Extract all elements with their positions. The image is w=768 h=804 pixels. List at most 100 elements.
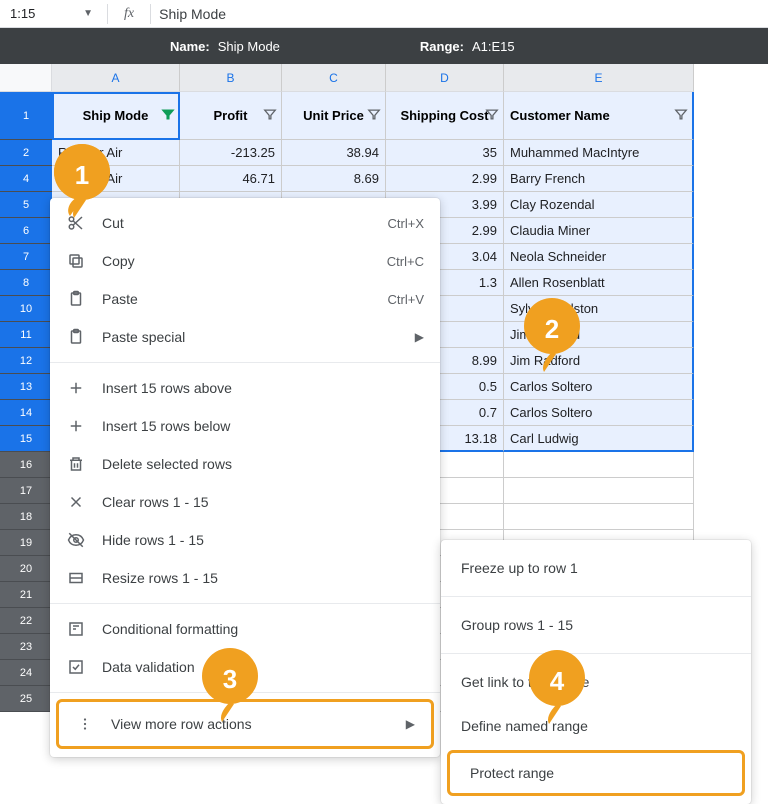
cell[interactable]: -213.25: [180, 140, 282, 166]
data-validation-item[interactable]: Data validation: [50, 648, 440, 686]
menu-label: Delete selected rows: [102, 456, 424, 472]
cell[interactable]: [504, 452, 694, 478]
cell[interactable]: Regular Air: [52, 140, 180, 166]
menu-label: Paste: [102, 291, 372, 307]
cell[interactable]: 8.69: [282, 166, 386, 192]
cell[interactable]: Claudia Miner: [504, 218, 694, 244]
resize-rows-item[interactable]: Resize rows 1 - 15: [50, 559, 440, 597]
filter-icon[interactable]: [367, 107, 381, 124]
row-header[interactable]: 14: [0, 400, 52, 426]
separator: [107, 4, 108, 24]
cell[interactable]: Carlos Soltero: [504, 400, 694, 426]
cell[interactable]: [504, 504, 694, 530]
cut-item[interactable]: Cut Ctrl+X: [50, 204, 440, 242]
resize-icon: [66, 569, 86, 587]
cell[interactable]: Sylvia Foulston: [504, 296, 694, 322]
row-header[interactable]: 23: [0, 634, 52, 660]
row-header[interactable]: 17: [0, 478, 52, 504]
clear-rows-item[interactable]: Clear rows 1 - 15: [50, 483, 440, 521]
delete-rows-item[interactable]: Delete selected rows: [50, 445, 440, 483]
row-header[interactable]: 10: [0, 296, 52, 322]
row-header[interactable]: 18: [0, 504, 52, 530]
row-header[interactable]: 20: [0, 556, 52, 582]
cell[interactable]: [504, 478, 694, 504]
row-header[interactable]: 8: [0, 270, 52, 296]
formula-input[interactable]: Ship Mode: [159, 6, 226, 22]
copy-item[interactable]: Copy Ctrl+C: [50, 242, 440, 280]
row-header[interactable]: 12: [0, 348, 52, 374]
row-header[interactable]: 22: [0, 608, 52, 634]
filter-icon[interactable]: [263, 107, 277, 124]
header-label: Profit: [214, 108, 248, 123]
column-header-C[interactable]: C: [282, 64, 386, 92]
column-header-A[interactable]: A: [52, 64, 180, 92]
column-header-B[interactable]: B: [180, 64, 282, 92]
row-header[interactable]: 5: [0, 192, 52, 218]
column-header-D[interactable]: D: [386, 64, 504, 92]
cell[interactable]: 46.71: [180, 166, 282, 192]
cell-header-shipping-cost[interactable]: Shipping Cost: [386, 92, 504, 140]
cell[interactable]: Carlos Soltero: [504, 374, 694, 400]
filter-icon[interactable]: [674, 107, 688, 124]
cell[interactable]: Clay Rozendal: [504, 192, 694, 218]
cell-header-profit[interactable]: Profit: [180, 92, 282, 140]
cell-header-unit-price[interactable]: Unit Price: [282, 92, 386, 140]
cell[interactable]: Barry French: [504, 166, 694, 192]
cell[interactable]: Muhammed MacIntyre: [504, 140, 694, 166]
shortcut-label: Ctrl+V: [388, 292, 424, 307]
row-header[interactable]: 13: [0, 374, 52, 400]
cell[interactable]: Jim Radford: [504, 322, 694, 348]
menu-label: Insert 15 rows below: [102, 418, 424, 434]
menu-label: Protect range: [470, 765, 554, 781]
table-row: 4Regular Air46.718.692.99Barry French: [0, 166, 768, 192]
row-header[interactable]: 6: [0, 218, 52, 244]
column-header-E[interactable]: E: [504, 64, 694, 92]
cell[interactable]: Jim Radford: [504, 348, 694, 374]
row-header[interactable]: 7: [0, 244, 52, 270]
cell[interactable]: 38.94: [282, 140, 386, 166]
get-link-item[interactable]: Get link to this range: [441, 660, 751, 704]
row-header[interactable]: 25: [0, 686, 52, 712]
hide-rows-item[interactable]: Hide rows 1 - 15: [50, 521, 440, 559]
menu-separator: [441, 653, 751, 654]
filter-icon[interactable]: [485, 107, 499, 124]
row-header[interactable]: 21: [0, 582, 52, 608]
row-header[interactable]: 4: [0, 166, 52, 192]
row-header[interactable]: 1: [0, 92, 52, 140]
cell[interactable]: 35: [386, 140, 504, 166]
cell[interactable]: Allen Rosenblatt: [504, 270, 694, 296]
select-all-corner[interactable]: [0, 64, 52, 92]
menu-label: Resize rows 1 - 15: [102, 570, 424, 586]
menu-label: View more row actions: [111, 716, 390, 732]
conditional-formatting-item[interactable]: Conditional formatting: [50, 610, 440, 648]
row-header[interactable]: 19: [0, 530, 52, 556]
protect-range-item[interactable]: Protect range: [450, 753, 742, 793]
row-header[interactable]: 11: [0, 322, 52, 348]
name-box[interactable]: 1:15 ▼: [4, 6, 99, 21]
clipboard-icon: [66, 328, 86, 346]
row-header[interactable]: 2: [0, 140, 52, 166]
plus-icon: [66, 379, 86, 397]
insert-rows-above-item[interactable]: Insert 15 rows above: [50, 369, 440, 407]
group-rows-item[interactable]: Group rows 1 - 15: [441, 603, 751, 647]
filter-icon[interactable]: [161, 107, 175, 124]
cell[interactable]: Carl Ludwig: [504, 426, 694, 452]
freeze-item[interactable]: Freeze up to row 1: [441, 546, 751, 590]
paste-special-item[interactable]: Paste special ▶: [50, 318, 440, 356]
table-row: 1 Ship Mode Profit Unit Price Shipping C…: [0, 92, 768, 140]
view-more-row-actions-item[interactable]: View more row actions ▶: [59, 702, 431, 746]
row-header[interactable]: 24: [0, 660, 52, 686]
check-icon: [66, 658, 86, 676]
header-label: Customer Name: [510, 108, 610, 123]
cell-header-customer-name[interactable]: Customer Name: [504, 92, 694, 140]
row-header[interactable]: 15: [0, 426, 52, 452]
cell[interactable]: 2.99: [386, 166, 504, 192]
define-named-range-item[interactable]: Define named range: [441, 704, 751, 748]
insert-rows-below-item[interactable]: Insert 15 rows below: [50, 407, 440, 445]
paste-item[interactable]: Paste Ctrl+V: [50, 280, 440, 318]
fx-icon: fx: [116, 6, 142, 22]
cell[interactable]: Neola Schneider: [504, 244, 694, 270]
cell-header-ship-mode[interactable]: Ship Mode: [52, 92, 180, 140]
row-header[interactable]: 16: [0, 452, 52, 478]
cell[interactable]: Regular Air: [52, 166, 180, 192]
